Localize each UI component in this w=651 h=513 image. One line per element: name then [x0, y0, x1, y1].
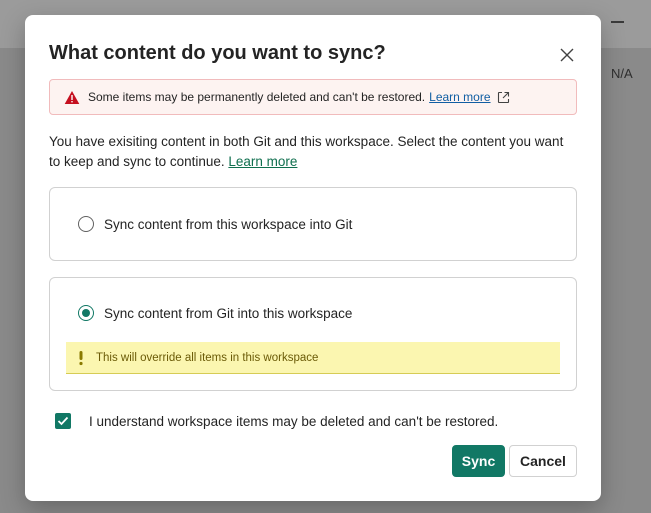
- radio-checked[interactable]: [78, 305, 94, 321]
- description-learn-more-link[interactable]: Learn more: [228, 154, 297, 169]
- override-note-text: This will override all items in this wor…: [96, 351, 319, 364]
- override-warning-note: This will override all items in this wor…: [66, 342, 560, 374]
- exclamation-icon: [78, 350, 84, 366]
- close-button[interactable]: [558, 46, 576, 64]
- warning-banner: Some items may be permanently deleted an…: [49, 79, 577, 115]
- cancel-button[interactable]: Cancel: [509, 445, 577, 477]
- radio-workspace-to-git[interactable]: Sync content from this workspace into Gi…: [78, 216, 352, 232]
- close-icon: [560, 48, 574, 62]
- acknowledge-checkbox-row[interactable]: I understand workspace items may be dele…: [55, 413, 498, 429]
- radio-git-to-workspace[interactable]: Sync content from Git into this workspac…: [78, 305, 352, 321]
- warning-learn-more-link[interactable]: Learn more: [429, 90, 490, 104]
- background-na-label: N/A: [611, 66, 633, 81]
- sync-dialog: What content do you want to sync? Some i…: [25, 15, 601, 501]
- warning-text: Some items may be permanently deleted an…: [88, 90, 426, 104]
- dialog-title: What content do you want to sync?: [49, 42, 386, 64]
- option-label: Sync content from this workspace into Gi…: [104, 216, 353, 232]
- dialog-description: You have exisiting content in both Git a…: [49, 132, 569, 172]
- acknowledge-label: I understand workspace items may be dele…: [89, 413, 499, 429]
- option-label: Sync content from Git into this workspac…: [104, 305, 353, 321]
- option-card-workspace-to-git[interactable]: Sync content from this workspace into Gi…: [49, 187, 577, 261]
- external-link-icon[interactable]: [497, 91, 510, 104]
- sync-button[interactable]: Sync: [452, 445, 505, 477]
- warning-icon: [64, 90, 80, 105]
- checkmark-icon: [57, 416, 69, 426]
- radio-unchecked[interactable]: [78, 216, 94, 232]
- description-text: You have exisiting content in both Git a…: [49, 134, 564, 169]
- option-card-git-to-workspace[interactable]: Sync content from Git into this workspac…: [49, 277, 577, 391]
- acknowledge-checkbox[interactable]: [55, 413, 71, 429]
- minimize-icon: [611, 21, 624, 23]
